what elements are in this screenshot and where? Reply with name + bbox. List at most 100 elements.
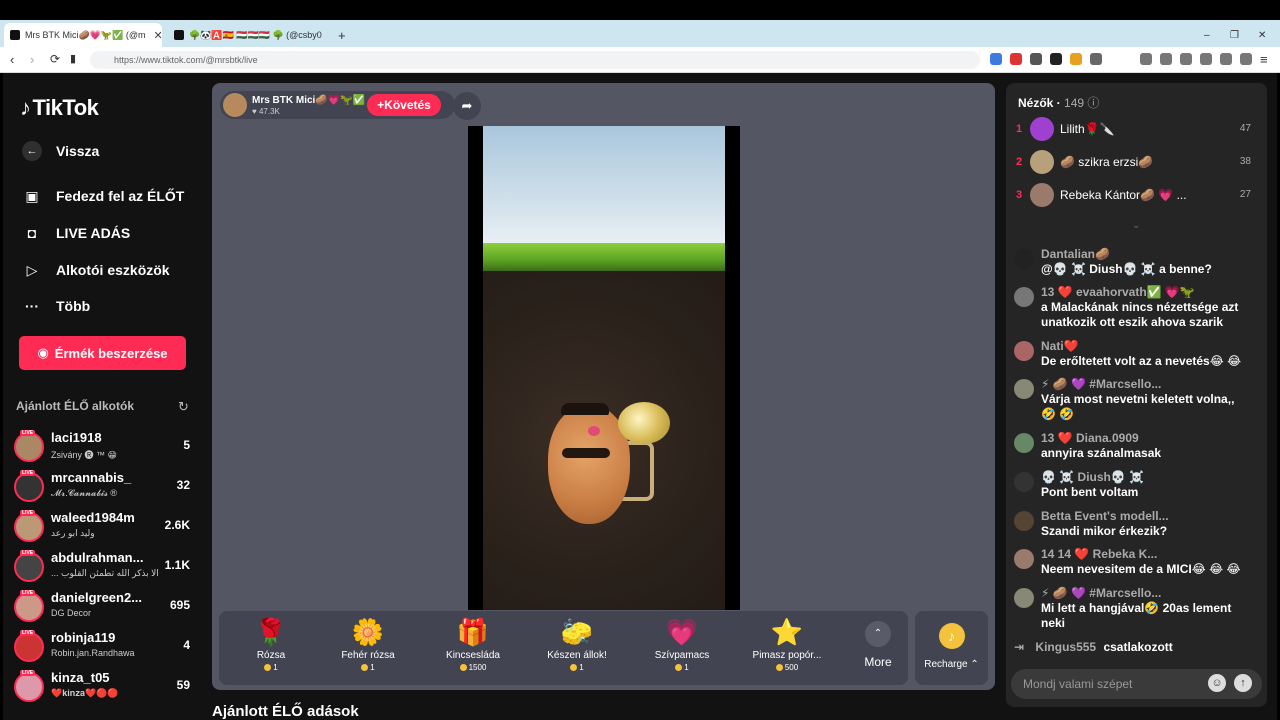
suggested-creator[interactable]: LIVE abdulrahman... ... الا بذكر الله تط… (14, 550, 194, 586)
chat-text: @💀 ☠️ Diush💀 ☠️ a benne? (1041, 262, 1212, 276)
music-icon[interactable] (1160, 53, 1172, 65)
logo-text: TikTok (32, 95, 99, 120)
viewer-count: 32 (176, 478, 190, 492)
suggested-creator[interactable]: LIVE robinja119 Robin.jan.Randhawa 4 (14, 630, 194, 666)
host-avatar[interactable] (223, 93, 247, 117)
info-icon[interactable]: ⓘ (1087, 96, 1099, 110)
gift-item-rose[interactable]: 🌹 Rózsa 1 (219, 617, 323, 681)
more-dots-icon: ··· (25, 298, 39, 314)
close-tab-icon[interactable]: ✕ (153, 29, 162, 42)
bookmark-icon[interactable]: ▮ (70, 52, 76, 65)
creator-tools-icon: ▷ (26, 261, 38, 278)
share-icon[interactable]: ➦ (453, 92, 481, 120)
tiktok-favicon-icon (174, 30, 184, 40)
vpn-icon[interactable] (1240, 53, 1252, 65)
recharge-button[interactable]: ♪ Recharge ⌃ (915, 611, 988, 685)
potato-nose (588, 426, 600, 436)
nav-explore-live[interactable]: ▣ Fedezd fel az ÉLŐT (22, 186, 184, 206)
gift-item-treasure-chest[interactable]: 🎁 Kincsesláda 1500 (421, 617, 525, 681)
back-link[interactable]: ← Vissza (22, 141, 99, 161)
extension-icon[interactable] (1070, 53, 1082, 65)
creator-name: laci1918 (51, 430, 102, 445)
tiktok-favicon-icon (10, 30, 20, 40)
explore-live-icon: ▣ (25, 187, 39, 204)
download-icon[interactable] (1140, 53, 1152, 65)
sidebar-icon[interactable] (1180, 53, 1192, 65)
avatar (1014, 433, 1034, 453)
top-viewer-row[interactable]: 3 Rebeka Kántor🥔 💗 ... 27 (1016, 183, 1256, 211)
get-coins-button[interactable]: ◉ Érmék beszerzése (19, 336, 186, 370)
suggested-creator[interactable]: LIVE waleed1984m وليد ابو رعد 2.6K (14, 510, 194, 546)
chat-text: Mi lett a hangjával🤣 20as lement neki (1041, 601, 1232, 630)
chat-username: Betta Event's modell... (1041, 509, 1169, 523)
viewer-name: Rebeka Kántor🥔 💗 ... (1060, 188, 1187, 202)
live-video[interactable] (468, 126, 740, 610)
forward-arrow-icon[interactable]: › (30, 52, 34, 67)
more-gifts-button[interactable]: ⌃ More (855, 621, 901, 675)
creator-nickname: وليد ابو رعد (51, 528, 95, 538)
viewer-score: 38 (1239, 156, 1251, 167)
viewer-count: 2.6K (164, 518, 190, 532)
viewers-header: Nézők · 149 ⓘ (1018, 96, 1100, 110)
send-icon[interactable]: ↑ (1234, 674, 1252, 692)
top-viewer-row[interactable]: 1 Lilith🌹🔪 47 (1016, 117, 1256, 145)
extension-icon[interactable] (1010, 53, 1022, 65)
url-field[interactable]: https://www.tiktok.com/@mrsbtk/live (90, 51, 980, 69)
avatar (1014, 341, 1034, 361)
avatar (1030, 183, 1054, 207)
maximize-button[interactable]: ❐ (1224, 23, 1245, 47)
ai-icon[interactable] (1220, 53, 1232, 65)
top-viewer-row[interactable]: 2 🥔 szikra erzsi🥔 38 (1016, 150, 1256, 178)
live-badge: LIVE (20, 430, 36, 436)
follow-label: Követés (384, 98, 431, 112)
wallet-icon[interactable] (1200, 53, 1212, 65)
video-grass (483, 243, 725, 271)
gift-item-heart-puff[interactable]: 💗 Szívpamacs 1 (630, 617, 734, 681)
cymbal-graphic (618, 402, 670, 444)
nav-live-broadcast[interactable]: ◘ LIVE ADÁS (22, 223, 130, 243)
minimize-button[interactable]: – (1198, 23, 1216, 47)
chat-panel: Nézők · 149 ⓘ 1 Lilith🌹🔪 47 2 🥔 szikra e… (1006, 83, 1267, 707)
menu-icon[interactable]: ≡ (1260, 52, 1268, 67)
rank: 3 (1016, 189, 1023, 201)
gift-item-im-ready[interactable]: 🧽 Készen állok! 1 (525, 617, 629, 681)
viewer-count: 5 (183, 438, 190, 452)
host-name[interactable]: Mrs BTK Mici🥔💗🦖✅ (252, 95, 365, 106)
avatar (14, 432, 44, 462)
reload-icon[interactable]: ⟳ (50, 52, 60, 66)
creator-name: danielgreen2... (51, 590, 143, 605)
new-tab-button[interactable]: + (332, 23, 352, 47)
refresh-icon[interactable]: ↻ (178, 399, 189, 415)
extension-icon[interactable] (1030, 53, 1042, 65)
close-window-button[interactable]: ✕ (1252, 23, 1272, 47)
browser-tab-active[interactable]: Mrs BTK Mici🥔💗🦖✅ (@m ✕ (4, 23, 162, 47)
back-arrow-icon[interactable]: ‹ (10, 52, 14, 67)
suggested-creator[interactable]: LIVE kinza_t05 ❤️𝐤𝐢𝐧𝐳𝐚❤️🔴🔴 59 (14, 670, 194, 706)
browser-address-bar: ‹ › ⟳ ▮ https://www.tiktok.com/@mrsbtk/l… (0, 47, 1280, 73)
chevron-down-icon[interactable]: ⌄ (1132, 220, 1140, 231)
nav-label: Több (56, 298, 91, 314)
follow-button[interactable]: + Követés (367, 94, 441, 116)
creator-nickname: Robin.jan.Randhawa (51, 648, 135, 658)
tiktok-note-icon: ♪ (20, 95, 31, 120)
gift-item-white-rose[interactable]: 🌼 Fehér rózsa 1 (316, 617, 420, 681)
nav-creator-tools[interactable]: ▷ Alkotói eszközök (22, 260, 170, 280)
chat-username: 💀 ☠️ Diush💀 ☠️ (1041, 470, 1145, 484)
suggested-creator[interactable]: LIVE laci1918 Zsivány 🅡 ™ 😁 5 (14, 430, 194, 466)
potato-eyebrows (561, 403, 609, 415)
coin-icon (264, 664, 272, 672)
creator-name: mrcannabis_ (51, 470, 132, 485)
join-username[interactable]: Kingus555 (1035, 640, 1096, 654)
gift-item-cheeky[interactable]: ⭐ Pimasz popór... 500 (735, 617, 839, 681)
translate-extension-icon[interactable] (990, 53, 1002, 65)
browser-tab[interactable]: 🌳🐼🅰️🇪🇸 🇭🇺🇭🇺🇭🇺 🌳 (@csby0 (168, 23, 328, 47)
extension-icon[interactable] (1050, 53, 1062, 65)
suggested-creator[interactable]: LIVE danielgreen2... DG Decor 695 (14, 590, 194, 626)
viewer-name: 🥔 szikra erzsi🥔 (1060, 155, 1154, 169)
suggested-creator[interactable]: LIVE mrcannabis_ 𝓜𝓻.𝓒𝓪𝓷𝓷𝓪𝓫𝓲𝓼 ® 32 (14, 470, 194, 506)
creator-name: waleed1984m (51, 510, 135, 525)
emoji-icon[interactable]: ☺ (1208, 674, 1226, 692)
nav-more[interactable]: ··· Több (22, 296, 90, 316)
puzzle-icon[interactable] (1090, 53, 1102, 65)
tiktok-logo[interactable]: ♪TikTok (20, 95, 99, 121)
